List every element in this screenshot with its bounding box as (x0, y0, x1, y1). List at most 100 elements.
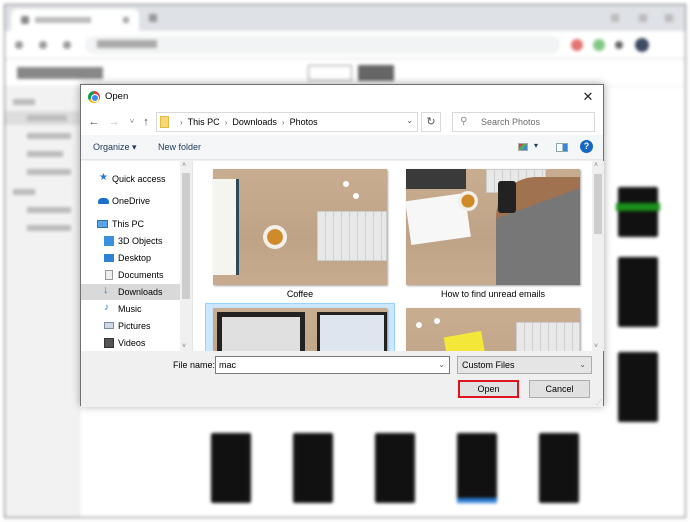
breadcrumb-separator[interactable]: › (282, 118, 285, 127)
nav-item-videos[interactable]: Videos (81, 335, 180, 351)
browser-forward-icon (39, 41, 47, 49)
nav-item-music[interactable]: ♪ Music (81, 301, 180, 317)
scroll-up-icon[interactable]: ˄ (182, 162, 186, 169)
browser-back-icon (15, 41, 23, 49)
nav-item-this-pc[interactable]: This PC (81, 216, 180, 232)
browser-url-text (97, 40, 157, 48)
file-thumbnail (213, 308, 387, 351)
window-close-icon (665, 14, 673, 22)
extension-icon (571, 39, 583, 51)
download-icon: ↓ (103, 284, 109, 296)
browser-address-row (5, 31, 685, 59)
nav-item-label: Documents (118, 270, 164, 280)
photo-thumbnail (211, 433, 251, 503)
breadcrumb: › This PC › Downloads › Photos (175, 117, 318, 127)
dialog-titlebar: Open ✕ (81, 85, 603, 109)
pictures-icon (104, 322, 114, 329)
close-button[interactable]: ✕ (573, 85, 603, 109)
search-input[interactable]: ⚲ Search Photos (452, 112, 595, 132)
file-type-value: Custom Files (462, 360, 515, 370)
nav-item-label: Pictures (118, 321, 151, 331)
new-tab-icon (149, 14, 157, 22)
minimize-icon (611, 14, 619, 22)
scrollbar-thumb[interactable] (594, 174, 602, 234)
recent-locations-icon[interactable]: ˅ (125, 114, 139, 130)
dialog-footer: File name: mac ⌄ Custom Files ⌄ Open Can… (81, 351, 603, 407)
address-bar[interactable]: › This PC › Downloads › Photos ⌄ (156, 112, 418, 132)
video-icon (104, 338, 114, 348)
browser-reload-icon (63, 41, 71, 49)
nav-item-3d-objects[interactable]: 3D Objects (81, 233, 180, 249)
thumbnail-detail (263, 225, 287, 249)
nav-item-label: Quick access (112, 174, 166, 184)
file-thumbnail (406, 308, 580, 351)
photo-thumbnail (293, 433, 333, 503)
thumbnail-detail (406, 169, 466, 189)
thumbnail-detail (317, 211, 387, 261)
nav-item-pictures[interactable]: Pictures (81, 318, 180, 334)
scroll-up-icon[interactable]: ˄ (594, 162, 598, 169)
file-item-how-to-find-unread-emails[interactable]: How to find unread emails (398, 165, 588, 300)
change-view-icon[interactable] (518, 143, 528, 151)
chevron-down-icon[interactable]: ⌄ (406, 116, 413, 125)
scrollbar-thumb[interactable] (182, 173, 190, 299)
nav-item-desktop[interactable]: Desktop (81, 250, 180, 266)
photo-thumbnail (618, 352, 658, 422)
thumbnail-detail (353, 193, 359, 199)
file-list-scrollbar[interactable]: ˄ ˅ (592, 161, 604, 351)
breadcrumb-separator[interactable]: › (225, 118, 228, 127)
sidebar-item (27, 151, 63, 157)
breadcrumb-separator: › (180, 118, 183, 127)
computer-icon (97, 220, 108, 228)
file-item[interactable] (398, 303, 588, 351)
view-options-dropdown[interactable]: ▾ (534, 141, 538, 150)
nav-item-label: Videos (118, 338, 146, 348)
nav-item-downloads[interactable]: ↓ Downloads (81, 284, 180, 300)
up-arrow-icon[interactable]: ↑ (139, 114, 153, 130)
refresh-button[interactable]: ↻ (421, 112, 441, 132)
file-name-input[interactable]: mac ⌄ (215, 356, 450, 374)
help-icon[interactable]: ? (580, 140, 593, 153)
file-type-select[interactable]: Custom Files ⌄ (457, 356, 592, 374)
breadcrumb-downloads[interactable]: Downloads (232, 117, 277, 127)
back-arrow-icon[interactable]: ← (87, 114, 101, 130)
profile-avatar (635, 38, 649, 52)
photo-thumbnail (616, 187, 660, 237)
command-toolbar: Organize ▾ New folder ▾ ? (81, 135, 603, 160)
segment-button-active (358, 65, 394, 81)
breadcrumb-this-pc[interactable]: This PC (188, 117, 220, 127)
scroll-down-icon[interactable]: ˅ (182, 343, 186, 350)
thumbnail-detail (416, 322, 422, 328)
nav-item-quick-access[interactable]: ★ Quick access (81, 171, 180, 187)
nav-item-label: Desktop (118, 253, 152, 263)
music-icon: ♪ (104, 302, 109, 313)
nav-item-onedrive[interactable]: OneDrive (81, 193, 180, 209)
new-folder-button[interactable]: New folder (158, 142, 201, 152)
app-sidebar (5, 87, 81, 517)
file-item-mac[interactable] (205, 303, 395, 351)
cancel-button[interactable]: Cancel (529, 380, 590, 398)
sidebar-item (27, 207, 71, 213)
browser-tab-bar (5, 5, 685, 31)
chevron-down-icon[interactable]: ⌄ (438, 360, 445, 369)
file-list: Coffee How to find unread emails ˄ ˅ (192, 161, 604, 351)
nav-item-documents[interactable]: Documents (81, 267, 180, 283)
photo-thumbnail (539, 433, 579, 503)
desktop-icon (104, 254, 114, 262)
file-item-coffee[interactable]: Coffee (205, 165, 395, 300)
sidebar-item (27, 133, 71, 139)
scroll-down-icon[interactable]: ˅ (594, 343, 598, 350)
resize-grip-icon[interactable]: ⋰ (596, 399, 602, 406)
photo-thumbnail (457, 433, 497, 503)
organize-button[interactable]: Organize ▾ (93, 142, 137, 153)
breadcrumb-photos[interactable]: Photos (290, 117, 318, 127)
nav-pane-scrollbar[interactable]: ˄ ˅ (180, 161, 192, 351)
search-placeholder: Search Photos (481, 117, 541, 127)
tab-favicon-icon (21, 16, 29, 24)
forward-arrow-icon[interactable]: → (107, 114, 121, 130)
navigation-bar: ← → ˅ ↑ › This PC › Downloads › Photos ⌄ ↻ ⚲ … (81, 109, 603, 135)
preview-pane-icon[interactable] (556, 143, 568, 152)
sidebar-item (27, 225, 71, 231)
open-button[interactable]: Open (458, 380, 519, 398)
cube-icon (104, 236, 114, 246)
